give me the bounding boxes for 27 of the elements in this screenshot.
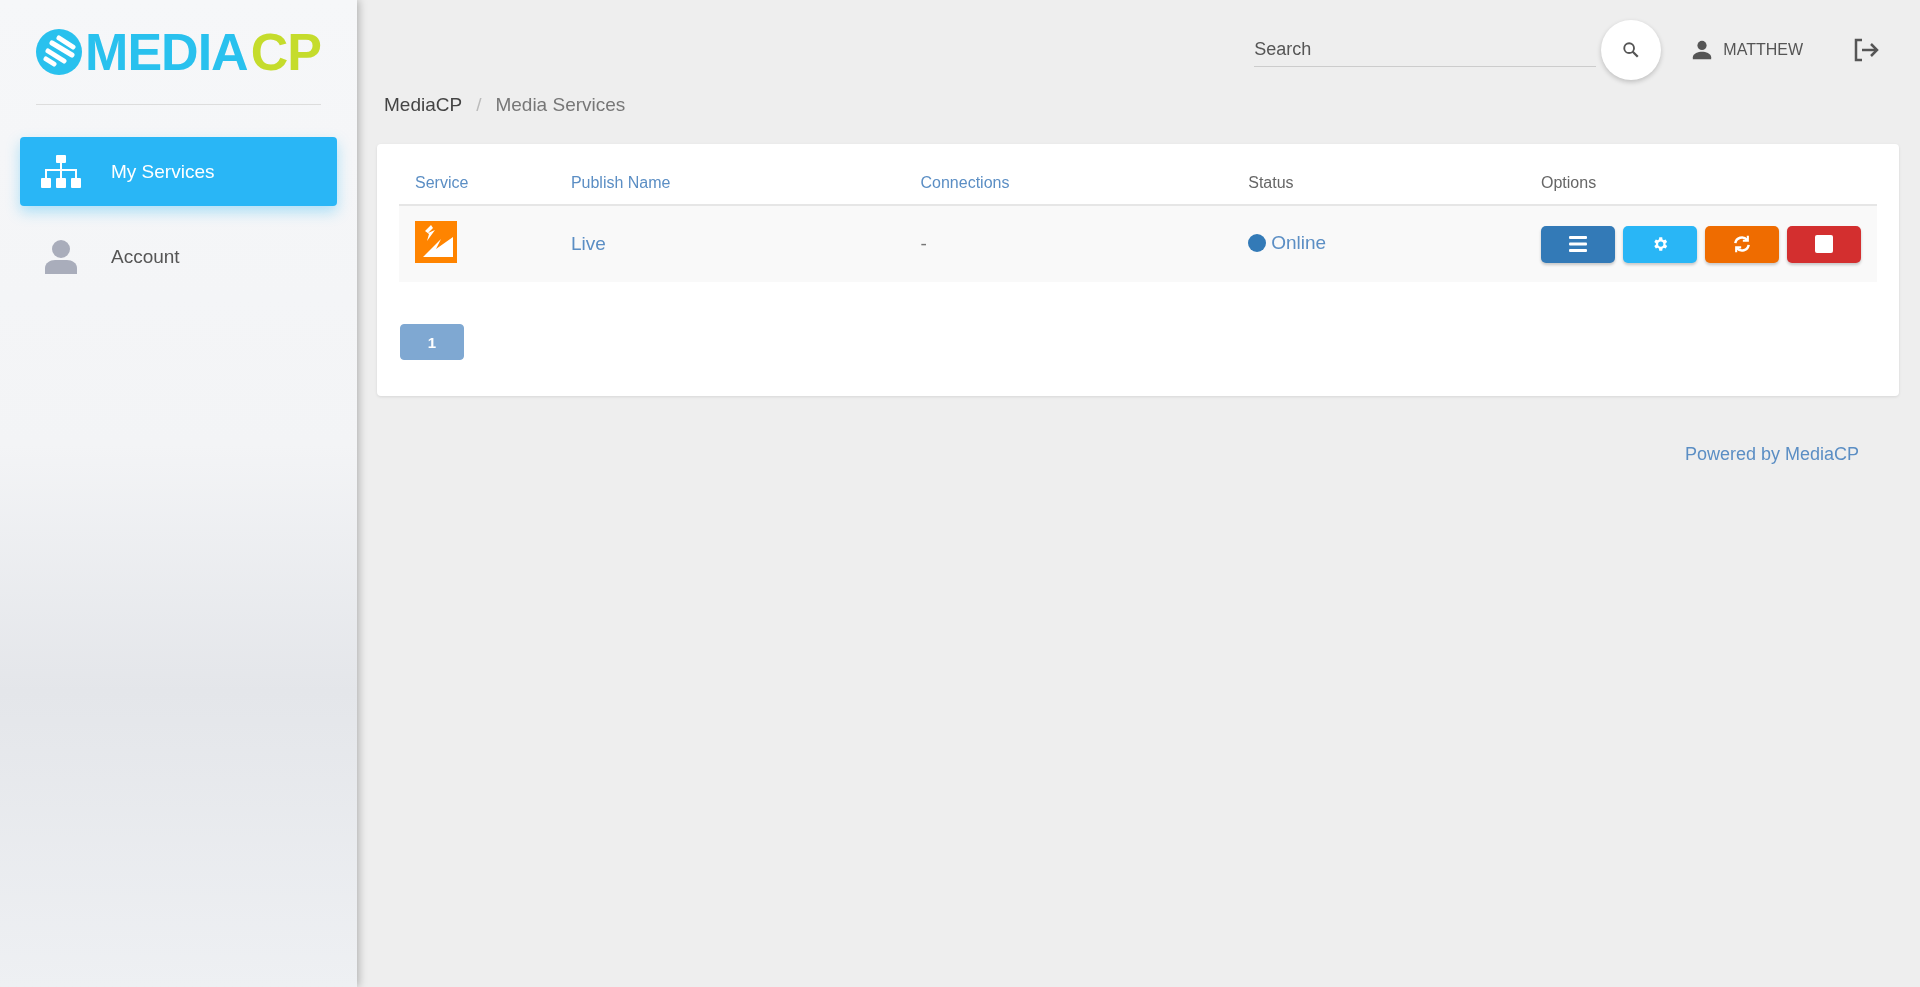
- person-icon: [1691, 39, 1714, 61]
- sitemap-icon: [41, 154, 81, 189]
- footer-link[interactable]: Powered by MediaCP: [1684, 444, 1859, 465]
- nav-item[interactable]: Account: [20, 222, 337, 291]
- search-icon: [1622, 41, 1641, 59]
- restart-button[interactable]: [1705, 225, 1779, 263]
- menu-icon: [1569, 236, 1587, 252]
- logo-text: CP: [250, 26, 321, 78]
- service-logo-icon: [415, 220, 457, 263]
- logo-icon: [36, 29, 83, 75]
- logout-icon[interactable]: [1853, 38, 1879, 62]
- nav-item[interactable]: My Services: [20, 137, 337, 206]
- breadcrumb-item: Media Services: [495, 94, 626, 116]
- stop-button[interactable]: [1787, 225, 1861, 263]
- page-button[interactable]: 1: [400, 324, 464, 360]
- status-text: Online: [1271, 231, 1327, 254]
- breadcrumb-separator: /: [476, 94, 482, 116]
- menu-button[interactable]: [1541, 225, 1615, 263]
- stop-icon: [1815, 235, 1833, 253]
- connections-value: -: [920, 233, 927, 254]
- search-field[interactable]: Search: [1254, 33, 1597, 67]
- breadcrumb-item[interactable]: MediaCP: [384, 94, 463, 116]
- refresh-icon: [1732, 234, 1752, 254]
- person-icon: [45, 239, 77, 274]
- publish-name-link[interactable]: Live: [570, 233, 606, 254]
- user-name[interactable]: MATTHEW: [1723, 41, 1803, 59]
- logo-text: MEDIA: [85, 26, 248, 78]
